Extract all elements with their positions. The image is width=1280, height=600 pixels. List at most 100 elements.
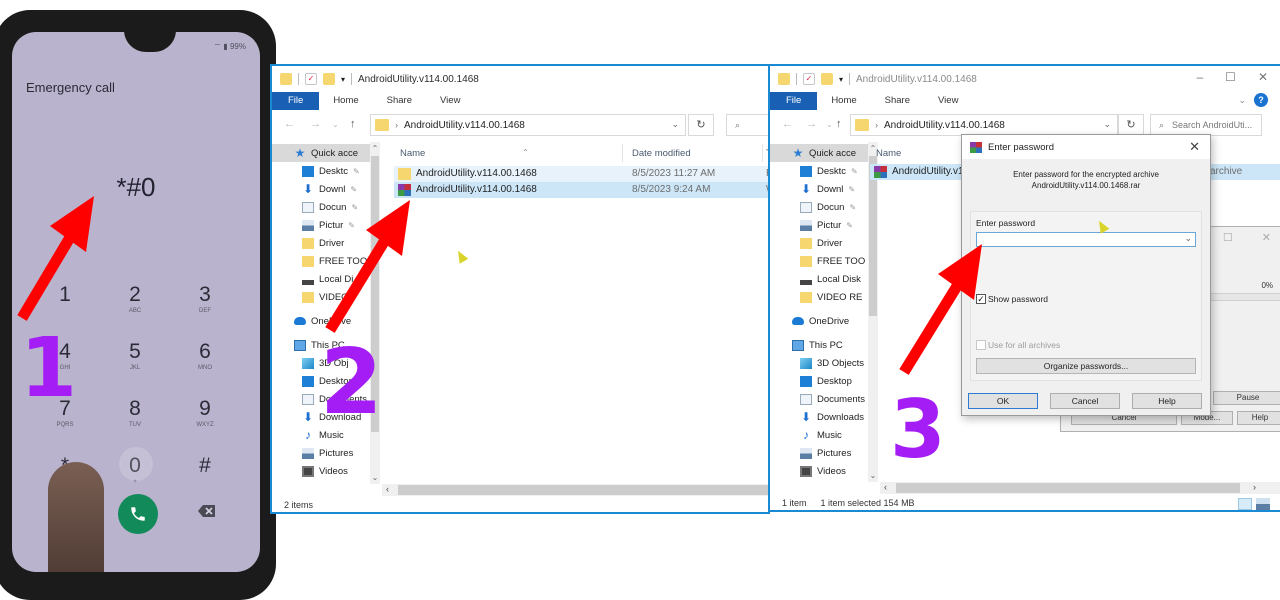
maximize-button[interactable]: ☐ <box>1225 70 1236 84</box>
show-password-checkbox[interactable]: ✓ Show password <box>976 294 1048 304</box>
chevron-down-icon[interactable]: ⌄ <box>1184 233 1192 244</box>
sidebar-item[interactable]: Driver <box>770 234 868 252</box>
sidebar-item[interactable]: Local Di <box>272 270 370 288</box>
close-button[interactable]: ✕ <box>1262 232 1271 244</box>
close-button[interactable]: ✕ <box>1189 139 1200 155</box>
chevron-down-icon[interactable]: ⌄ <box>671 119 679 130</box>
dial-key[interactable]: 1 <box>30 284 100 324</box>
dial-key[interactable]: 2 ABC <box>100 284 170 324</box>
sidebar-item[interactable]: VIDEO RE <box>770 288 868 306</box>
sidebar-item[interactable]: Videos <box>272 462 370 480</box>
sidebar-scrollbar[interactable]: ⌃ ⌄ <box>868 142 878 482</box>
scrollbar-thumb[interactable] <box>869 156 877 316</box>
sidebar-item[interactable]: FREE TOO <box>770 252 868 270</box>
sidebar-item[interactable]: Pictur ✎ <box>272 216 370 234</box>
dial-key[interactable]: 9 WXYZ <box>170 398 240 438</box>
scroll-down-icon[interactable]: ⌄ <box>868 471 878 480</box>
minimize-button[interactable]: – <box>1196 70 1203 84</box>
horizontal-scrollbar[interactable]: ‹ <box>382 484 768 496</box>
close-button[interactable]: ✕ <box>1258 70 1268 84</box>
sidebar-item[interactable]: OneDrive <box>770 312 868 330</box>
file-row[interactable]: AndroidUtility.v114.00.1468 8/5/2023 9:2… <box>394 182 768 198</box>
large-icons-view-button[interactable] <box>1256 498 1270 510</box>
sidebar-item[interactable]: Driver <box>272 234 370 252</box>
sidebar-item[interactable]: Desktop <box>770 372 868 390</box>
tab-share[interactable]: Share <box>373 92 426 110</box>
sidebar-item[interactable]: ⬇ Downloads <box>770 408 868 426</box>
back-arrow-icon[interactable]: ← <box>284 118 295 130</box>
back-arrow-icon[interactable]: ← <box>782 118 793 130</box>
tab-file[interactable]: File <box>770 92 818 110</box>
up-arrow-icon[interactable]: ↑ <box>350 118 356 130</box>
checkbox-icon[interactable] <box>976 340 986 350</box>
tab-home[interactable]: Home <box>319 92 372 110</box>
sidebar-item[interactable]: FREE TOO <box>272 252 370 270</box>
sidebar-item[interactable]: 3D Objects <box>770 354 868 372</box>
dial-key[interactable]: # <box>170 455 240 495</box>
scroll-up-icon[interactable]: ⌃ <box>370 144 380 153</box>
scroll-left-icon[interactable]: ‹ <box>884 482 887 492</box>
horizontal-scrollbar[interactable]: ‹ › <box>880 482 1280 494</box>
chevron-down-icon[interactable]: ⌄ <box>1103 119 1111 130</box>
emergency-call-link[interactable]: Emergency call <box>26 80 115 95</box>
pause-button[interactable]: Pause <box>1213 391 1280 405</box>
search-input[interactable]: ⌕ Search AndroidUti... <box>1150 114 1262 136</box>
help-button[interactable]: Help <box>1237 411 1280 425</box>
sidebar-item[interactable]: Docun ✎ <box>272 198 370 216</box>
properties-icon[interactable]: ✓ <box>803 73 815 85</box>
organize-passwords-button[interactable]: Organize passwords... <box>976 358 1196 374</box>
recent-locations-icon[interactable]: ⌄ <box>332 120 339 129</box>
dial-key[interactable]: 0 + <box>100 447 170 495</box>
sidebar-item[interactable]: ♪ Music <box>770 426 868 444</box>
checkbox-icon[interactable]: ✓ <box>976 294 986 304</box>
forward-arrow-icon[interactable]: → <box>806 118 817 130</box>
cancel-button[interactable]: Cancel <box>1050 393 1120 409</box>
forward-arrow-icon[interactable]: → <box>310 118 321 130</box>
new-folder-icon[interactable] <box>821 73 833 85</box>
sidebar-item[interactable]: ⬇ Downl ✎ <box>272 180 370 198</box>
sidebar-item[interactable]: Local Disk <box>770 270 868 288</box>
tab-view[interactable]: View <box>426 92 474 110</box>
sidebar-item[interactable]: Videos <box>770 462 868 480</box>
sidebar-item[interactable]: Pictur ✎ <box>770 216 868 234</box>
dial-key[interactable]: 5 JKL <box>100 341 170 381</box>
new-folder-icon[interactable] <box>323 73 335 85</box>
quick-access-dropdown-icon[interactable]: ▾ <box>839 75 843 84</box>
password-input[interactable]: ⌄ <box>976 232 1196 247</box>
address-bar[interactable]: › AndroidUtility.v114.00.1468 ⌄ <box>370 114 686 136</box>
sidebar-item[interactable]: ⬇ Downl ✎ <box>770 180 868 198</box>
expand-ribbon-icon[interactable]: ⌄ <box>1238 95 1246 106</box>
tab-file[interactable]: File <box>272 92 320 110</box>
file-row[interactable]: AndroidUtility.v114.00.1468 8/5/2023 11:… <box>394 166 768 182</box>
scroll-left-icon[interactable]: ‹ <box>386 484 389 494</box>
refresh-button[interactable]: ↻ <box>688 114 714 136</box>
use-for-all-archives-checkbox[interactable]: Use for all archives <box>976 340 1060 350</box>
refresh-button[interactable]: ↻ <box>1118 114 1144 136</box>
sidebar-item[interactable]: ★ Quick acce <box>770 144 868 162</box>
help-button[interactable]: Help <box>1132 393 1202 409</box>
help-icon[interactable]: ? <box>1254 93 1268 107</box>
backspace-button[interactable] <box>198 504 216 518</box>
sidebar-item[interactable]: This PC <box>770 336 868 354</box>
column-name[interactable]: Name <box>876 148 901 159</box>
sidebar-item[interactable]: Pictures <box>770 444 868 462</box>
sidebar-item[interactable]: Desktc ✎ <box>770 162 868 180</box>
address-bar[interactable]: › AndroidUtility.v114.00.1468 ⌄ <box>850 114 1118 136</box>
dial-key[interactable]: 6 MNO <box>170 341 240 381</box>
ok-button[interactable]: OK <box>968 393 1038 409</box>
scroll-right-icon[interactable]: › <box>1253 482 1256 492</box>
sidebar-item[interactable]: VIDEO <box>272 288 370 306</box>
call-button[interactable] <box>118 494 158 534</box>
sidebar-item[interactable]: Documents <box>770 390 868 408</box>
tab-home[interactable]: Home <box>817 92 870 110</box>
sidebar-item[interactable]: Docun ✎ <box>770 198 868 216</box>
details-view-button[interactable] <box>1238 498 1252 510</box>
sidebar-item[interactable]: Pictures <box>272 444 370 462</box>
maximize-button[interactable]: ☐ <box>1223 232 1233 244</box>
properties-icon[interactable]: ✓ <box>305 73 317 85</box>
scrollbar-thumb[interactable] <box>896 483 1240 493</box>
sidebar-item[interactable]: Desktc ✎ <box>272 162 370 180</box>
sidebar-item[interactable]: ★ Quick acce <box>272 144 370 162</box>
dial-key[interactable]: 8 TUV <box>100 398 170 438</box>
scrollbar-thumb[interactable] <box>398 485 768 495</box>
